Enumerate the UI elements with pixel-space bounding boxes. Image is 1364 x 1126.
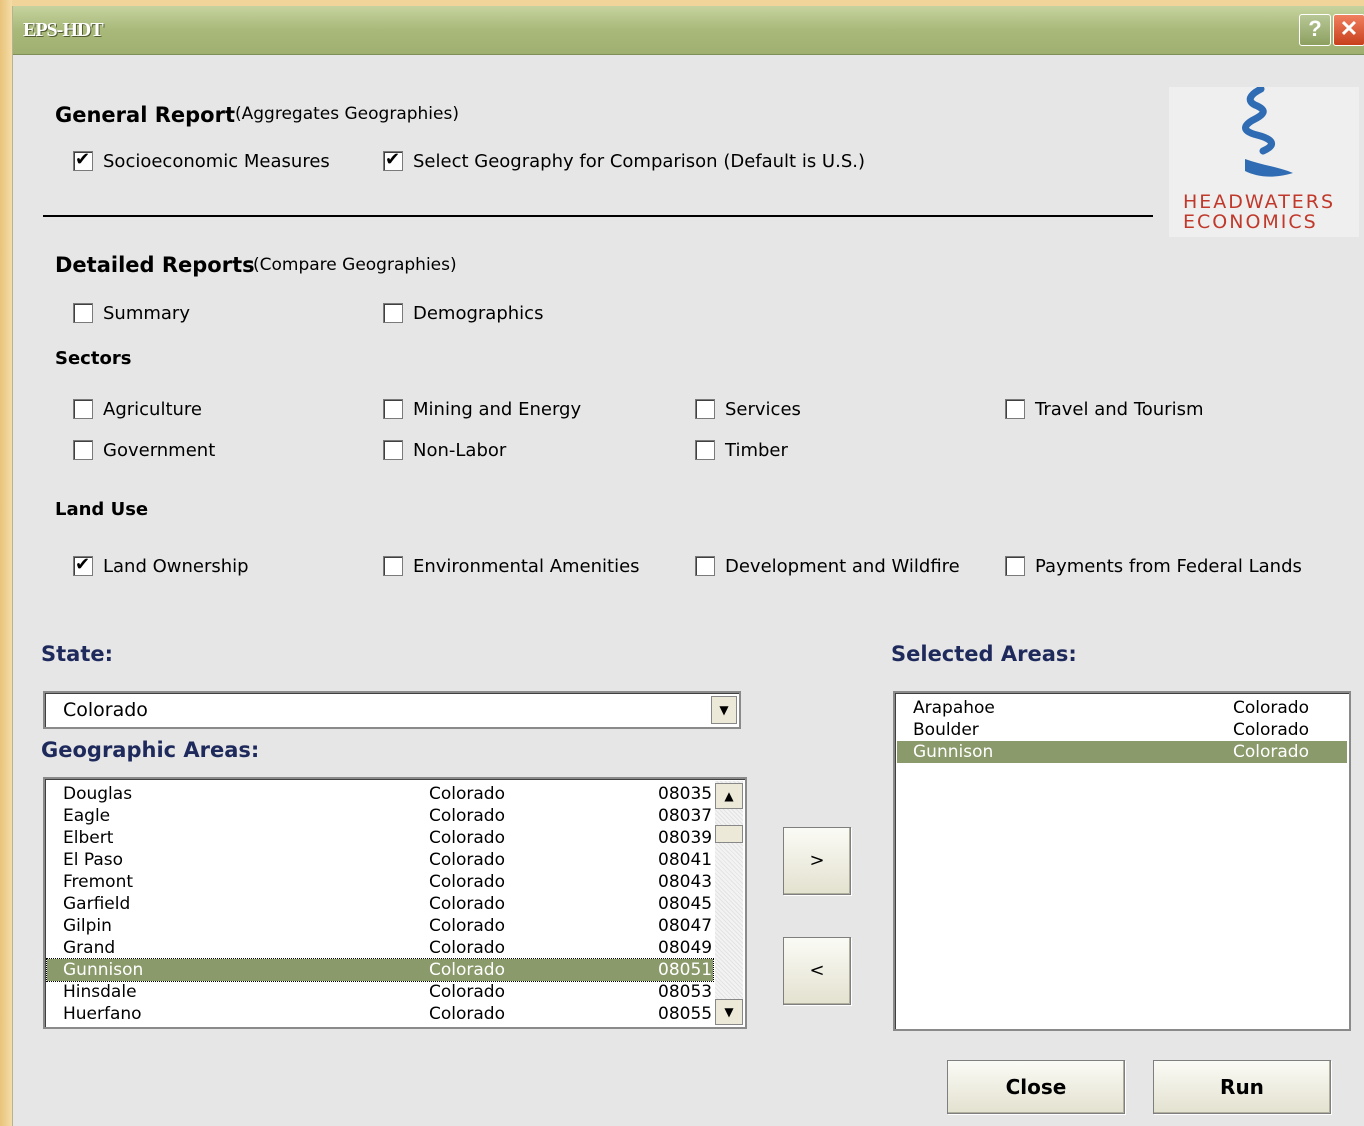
checkbox-environmental-amenities[interactable]: Environmental Amenities (383, 554, 640, 578)
list-item[interactable]: Fremont Colorado 08043 (47, 871, 713, 893)
checkbox-label: Travel and Tourism (1035, 398, 1204, 420)
list-item[interactable]: Gilpin Colorado 08047 (47, 915, 713, 937)
state-dropdown[interactable]: Colorado ▼ (43, 691, 741, 729)
checkbox-socioeconomic-measures[interactable]: Socioeconomic Measures (73, 149, 330, 173)
selected-areas-list[interactable]: Arapahoe Colorado Boulder Colorado Gunni… (893, 691, 1351, 1031)
state-label: State: (41, 642, 114, 666)
list-item[interactable]: Elbert Colorado 08039 (47, 827, 713, 849)
checkbox-mining-energy[interactable]: Mining and Energy (383, 397, 581, 421)
checkbox-box[interactable] (73, 399, 93, 419)
geographic-areas-label: Geographic Areas: (41, 738, 260, 762)
section-divider (43, 215, 1153, 217)
help-button[interactable]: ? (1299, 14, 1331, 46)
checkbox-label: Government (103, 439, 216, 461)
list-item[interactable]: Boulder Colorado (897, 719, 1347, 741)
checkbox-label: Services (725, 398, 801, 420)
logo-text-line1: HEADWATERS (1183, 191, 1336, 213)
add-area-button[interactable]: > (783, 827, 851, 895)
headwaters-logo: HEADWATERS ECONOMICS (1169, 85, 1359, 237)
stream-swirl-icon (1242, 85, 1293, 177)
list-item[interactable]: El Paso Colorado 08041 (47, 849, 713, 871)
list-item[interactable]: Grand Colorado 08049 (47, 937, 713, 959)
state-dropdown-value: Colorado (63, 699, 148, 721)
selected-areas-label: Selected Areas: (891, 642, 1077, 666)
checkbox-label: Agriculture (103, 398, 202, 420)
desktop-background (0, 0, 12, 1126)
checkbox-government[interactable]: Government (73, 438, 215, 462)
checkbox-land-ownership[interactable]: Land Ownership (73, 554, 249, 578)
list-item[interactable]: Garfield Colorado 08045 (47, 893, 713, 915)
run-button[interactable]: Run (1153, 1060, 1331, 1114)
detailed-reports-note: (Compare Geographies) (253, 255, 457, 275)
checkbox-label: Development and Wildfire (725, 555, 960, 577)
checkbox-box[interactable] (383, 556, 403, 576)
checkbox-payments-federal-lands[interactable]: Payments from Federal Lands (1005, 554, 1302, 578)
checkbox-non-labor[interactable]: Non-Labor (383, 438, 506, 462)
geographic-areas-list[interactable]: Douglas Colorado 08035 Eagle Colorado 08… (43, 777, 747, 1029)
scroll-thumb[interactable] (715, 825, 743, 843)
checkbox-demographics[interactable]: Demographics (383, 301, 543, 325)
dialog-content: General Report (Aggregates Geographies) … (13, 55, 1364, 1126)
checkbox-label: Payments from Federal Lands (1035, 555, 1302, 577)
checkbox-label: Summary (103, 302, 190, 324)
checkbox-box[interactable] (1005, 399, 1025, 419)
detailed-reports-title: Detailed Reports (55, 253, 255, 277)
list-item[interactable]: Douglas Colorado 08035 (47, 783, 713, 805)
checkbox-summary[interactable]: Summary (73, 301, 190, 325)
checkbox-box[interactable] (695, 399, 715, 419)
checkbox-box[interactable] (695, 556, 715, 576)
list-item[interactable]: Huerfano Colorado 08055 (47, 1003, 713, 1025)
general-report-note: (Aggregates Geographies) (235, 104, 459, 124)
checkbox-services[interactable]: Services (695, 397, 801, 421)
scroll-down-icon[interactable]: ▼ (715, 999, 743, 1025)
checkbox-select-geography-comparison[interactable]: Select Geography for Comparison (Default… (383, 149, 865, 173)
checkbox-travel-tourism[interactable]: Travel and Tourism (1005, 397, 1204, 421)
list-item[interactable]: Arapahoe Colorado (897, 697, 1347, 719)
checkbox-box[interactable] (383, 303, 403, 323)
land-use-title: Land Use (55, 499, 149, 520)
checkbox-box[interactable] (383, 399, 403, 419)
checkbox-box[interactable] (73, 440, 93, 460)
checkbox-label: Environmental Amenities (413, 555, 640, 577)
checkbox-label: Timber (725, 439, 788, 461)
list-item-selected[interactable]: Gunnison Colorado (897, 741, 1347, 763)
checkbox-label: Demographics (413, 302, 544, 324)
checkbox-agriculture[interactable]: Agriculture (73, 397, 202, 421)
dialog-window: EPS-HDT ? ✕ General Report (Aggregates G… (12, 6, 1364, 1126)
dropdown-arrow-icon[interactable]: ▼ (711, 696, 737, 724)
list-item[interactable]: Eagle Colorado 08037 (47, 805, 713, 827)
window-close-button[interactable]: ✕ (1333, 14, 1364, 46)
list-item-selected[interactable]: Gunnison Colorado 08051 (46, 958, 714, 982)
logo-text-line2: ECONOMICS (1183, 211, 1318, 233)
checkbox-box[interactable] (73, 303, 93, 323)
checkbox-box[interactable] (383, 440, 403, 460)
vertical-scrollbar[interactable]: ▲ ▼ (715, 781, 743, 1025)
checkbox-label: Non-Labor (413, 439, 507, 461)
checkbox-label: Mining and Energy (413, 398, 582, 420)
list-item[interactable]: Hinsdale Colorado 08053 (47, 981, 713, 1003)
close-button[interactable]: Close (947, 1060, 1125, 1114)
checkbox-box[interactable] (73, 149, 93, 171)
scroll-up-icon[interactable]: ▲ (715, 783, 743, 809)
checkbox-label: Land Ownership (103, 555, 249, 577)
checkbox-box[interactable] (695, 440, 715, 460)
general-report-title: General Report (55, 103, 235, 127)
window-title: EPS-HDT (23, 19, 104, 41)
checkbox-label: Select Geography for Comparison (Default… (413, 150, 865, 172)
title-bar: EPS-HDT ? ✕ (13, 6, 1364, 55)
sectors-title: Sectors (55, 348, 132, 369)
checkbox-box[interactable] (383, 149, 403, 171)
checkbox-label: Socioeconomic Measures (103, 150, 330, 172)
checkbox-box[interactable] (73, 554, 93, 576)
checkbox-development-wildfire[interactable]: Development and Wildfire (695, 554, 960, 578)
remove-area-button[interactable]: < (783, 937, 851, 1005)
checkbox-timber[interactable]: Timber (695, 438, 788, 462)
checkbox-box[interactable] (1005, 556, 1025, 576)
